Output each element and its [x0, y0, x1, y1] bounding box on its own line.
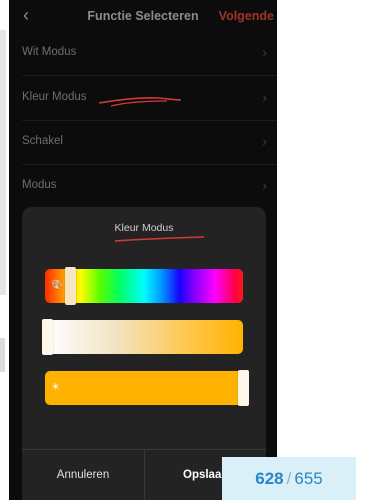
- scroll-marker: [0, 338, 5, 372]
- sun-icon: ☀: [51, 382, 60, 393]
- chevron-right-icon: ›: [262, 133, 267, 149]
- counter-total: 655: [294, 469, 323, 488]
- hue-slider[interactable]: 🎨: [45, 267, 243, 305]
- divider: [22, 75, 277, 76]
- menu-item-schakel[interactable]: Schakel ›: [9, 121, 277, 165]
- chevron-right-icon: ›: [262, 89, 267, 105]
- scroll-track[interactable]: [0, 30, 6, 295]
- left-edge: [0, 0, 9, 500]
- brightness-slider[interactable]: ☀: [45, 370, 249, 406]
- counter-current: 628: [255, 469, 284, 488]
- saturation-slider-handle[interactable]: [42, 319, 53, 355]
- chevron-right-icon: ›: [262, 44, 267, 60]
- phone-screen: ‹ Functie Selecteren Volgende Wit Modus …: [9, 0, 277, 500]
- cancel-button[interactable]: Annuleren: [22, 450, 145, 500]
- menu-item-label: Kleur Modus: [22, 91, 87, 103]
- counter-separator: /: [286, 469, 292, 488]
- menu-item-label: Wit Modus: [22, 46, 77, 58]
- menu-item-label: Schakel: [22, 135, 63, 147]
- post-counter[interactable]: 628/655: [222, 457, 356, 500]
- red-underline-annotation: [114, 236, 205, 242]
- red-underline-annotation: [98, 97, 182, 107]
- next-button[interactable]: Volgende: [219, 9, 274, 23]
- menu-item-modus[interactable]: Modus ›: [9, 165, 277, 209]
- right-background: [277, 0, 374, 500]
- saturation-slider[interactable]: ◐: [42, 319, 243, 355]
- menu-item-wit-modus[interactable]: Wit Modus ›: [9, 32, 277, 76]
- menu-item-label: Modus: [22, 179, 57, 191]
- chevron-right-icon: ›: [262, 177, 267, 193]
- hue-slider-handle[interactable]: [65, 267, 76, 305]
- palette-icon: 🎨: [51, 280, 64, 291]
- header: ‹ Functie Selecteren Volgende: [9, 0, 277, 34]
- sheet-title: Kleur Modus: [114, 222, 174, 234]
- brightness-slider-handle[interactable]: [238, 370, 249, 406]
